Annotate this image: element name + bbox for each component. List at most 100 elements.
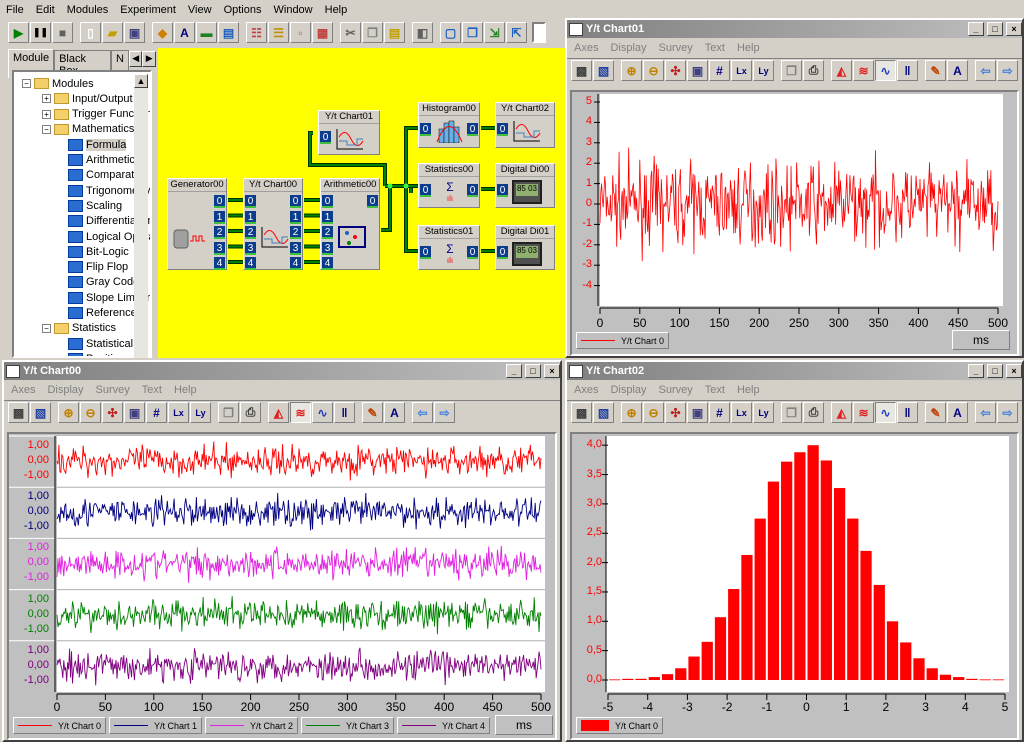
line-button[interactable]: ∿ <box>875 402 896 423</box>
menu-axes[interactable]: Axes <box>11 384 35 396</box>
chart-clear-button[interactable]: ▧ <box>593 402 614 423</box>
input-port[interactable]: 0 <box>420 246 431 259</box>
window-button[interactable]: ▢ <box>440 22 461 43</box>
module-button[interactable]: ◆ <box>152 22 173 43</box>
save-button[interactable]: ▣ <box>124 22 145 43</box>
toolbar-combo[interactable] <box>532 22 546 43</box>
tree-item[interactable]: Gray Code <box>68 275 139 290</box>
cut-button[interactable]: ✂ <box>340 22 361 43</box>
multi-lane-button[interactable]: ≋ <box>853 402 874 423</box>
input-port[interactable]: 0 <box>320 131 331 144</box>
save-button[interactable]: ▣ <box>687 60 708 81</box>
menu-help[interactable]: Help <box>737 42 760 54</box>
menu-survey[interactable]: Survey <box>659 42 693 54</box>
copy-button[interactable]: ❐ <box>781 402 802 423</box>
menu-text[interactable]: Text <box>142 384 162 396</box>
menu-help[interactable]: Help <box>325 4 348 16</box>
output-port[interactable]: 1 <box>290 210 301 224</box>
menu-file[interactable]: File <box>6 4 24 16</box>
cursor-button[interactable]: ✣ <box>665 402 686 423</box>
back-button[interactable]: ⇦ <box>975 402 996 423</box>
input-port[interactable]: 2 <box>322 226 333 239</box>
tree-item[interactable]: − Modules <box>22 76 94 91</box>
input-port[interactable]: 0 <box>420 184 431 197</box>
multi-lane-button[interactable]: ≋ <box>853 60 874 81</box>
ad-converter-button[interactable]: A <box>174 22 195 43</box>
save-button[interactable]: ▣ <box>124 402 145 423</box>
copy-button[interactable]: ❐ <box>218 402 239 423</box>
brush-button[interactable]: ✎ <box>362 402 383 423</box>
input-port[interactable]: 0 <box>322 195 333 208</box>
tree-button[interactable]: ☷ <box>246 22 267 43</box>
import-button[interactable]: ⇱ <box>506 22 527 43</box>
new-file-button[interactable]: ▯ <box>80 22 101 43</box>
zoom-in-button[interactable]: ⊕ <box>621 402 642 423</box>
x-axis-button[interactable]: Lx <box>731 402 752 423</box>
menu-display[interactable]: Display <box>47 384 83 396</box>
x-axis-button[interactable]: Lx <box>168 402 189 423</box>
paste-button[interactable]: ▤ <box>384 22 405 43</box>
menu-display[interactable]: Display <box>610 384 646 396</box>
line-button[interactable]: ∿ <box>875 60 896 81</box>
input-port[interactable]: 0 <box>497 246 508 259</box>
bars-button[interactable]: ‖ <box>334 402 355 423</box>
forward-button[interactable]: ⇨ <box>997 402 1018 423</box>
minimize-button[interactable]: _ <box>968 22 984 36</box>
input-port[interactable]: 1 <box>322 210 333 224</box>
hierarchy-button[interactable]: ☰ <box>268 22 289 43</box>
play-button[interactable]: ▶ <box>8 22 29 43</box>
cursor-button[interactable]: ✣ <box>102 402 123 423</box>
layout-button[interactable]: ▦ <box>312 22 333 43</box>
output-port[interactable]: 3 <box>290 241 301 255</box>
blocks-button[interactable]: ▫ <box>290 22 311 43</box>
print-button[interactable]: ⎙ <box>240 402 261 423</box>
maximize-button[interactable]: □ <box>987 364 1003 378</box>
maximize-button[interactable]: □ <box>987 22 1003 36</box>
minimize-button[interactable]: _ <box>506 364 522 378</box>
menu-survey[interactable]: Survey <box>96 384 130 396</box>
tree-item[interactable]: Formula <box>68 137 127 152</box>
x-axis-button[interactable]: Lx <box>731 60 752 81</box>
line-button[interactable]: ∿ <box>312 402 333 423</box>
close-button[interactable]: × <box>1006 22 1022 36</box>
menu-survey[interactable]: Survey <box>659 384 693 396</box>
export-button[interactable]: ⇲ <box>484 22 505 43</box>
module-ytchart02[interactable]: Y/t Chart02 0 <box>495 102 555 148</box>
tab-scroll-right[interactable]: ▶ <box>142 51 156 67</box>
pause-button[interactable]: ❚❚ <box>30 22 51 43</box>
tab-scroll-left[interactable]: ◀ <box>128 51 143 67</box>
back-button[interactable]: ⇦ <box>975 60 996 81</box>
chart-settings-button[interactable]: ▩ <box>571 60 592 81</box>
bars-button[interactable]: ‖ <box>897 60 918 81</box>
menu-display[interactable]: Display <box>610 42 646 54</box>
close-button[interactable]: × <box>1006 364 1022 378</box>
tree-scrollbar[interactable]: ▲ <box>134 74 148 358</box>
box-3d-button[interactable]: ◧ <box>412 22 433 43</box>
collapse-icon[interactable]: − <box>42 323 51 333</box>
module-statistics01[interactable]: Statistics01 0 0 Σılı <box>418 225 480 270</box>
module-generator00[interactable]: Generator00 0 1 2 3 4 <box>167 178 227 270</box>
area-button[interactable]: ◭ <box>831 402 852 423</box>
tree-item[interactable]: Statistical <box>68 336 133 351</box>
chart-clear-button[interactable]: ▧ <box>30 402 51 423</box>
brush-button[interactable]: ✎ <box>925 60 946 81</box>
tree-item[interactable]: − Mathematics <box>42 122 134 137</box>
stop-button[interactable]: ■ <box>52 22 73 43</box>
collapse-icon[interactable]: − <box>22 79 31 88</box>
input-port[interactable]: 0 <box>497 123 508 136</box>
menu-view[interactable]: View <box>188 4 212 16</box>
chart-settings-button[interactable]: ▩ <box>571 402 592 423</box>
legend-item[interactable]: Y/t Chart 4 <box>397 717 491 734</box>
input-port[interactable]: 4 <box>245 257 256 270</box>
tree-item[interactable]: Reference <box>68 306 137 321</box>
zoom-in-button[interactable]: ⊕ <box>621 60 642 81</box>
grid-button[interactable]: # <box>146 402 167 423</box>
output-port[interactable]: 4 <box>290 257 301 270</box>
font-button[interactable]: A <box>947 402 968 423</box>
copy-button[interactable]: ❐ <box>362 22 383 43</box>
windows-cascade-button[interactable]: ❐ <box>462 22 483 43</box>
forward-button[interactable]: ⇨ <box>997 60 1018 81</box>
module-digitaldi01[interactable]: Digital Di01 0 85 03 <box>495 225 555 270</box>
output-port[interactable]: 0 <box>367 195 378 208</box>
collapse-icon[interactable]: − <box>42 124 51 134</box>
